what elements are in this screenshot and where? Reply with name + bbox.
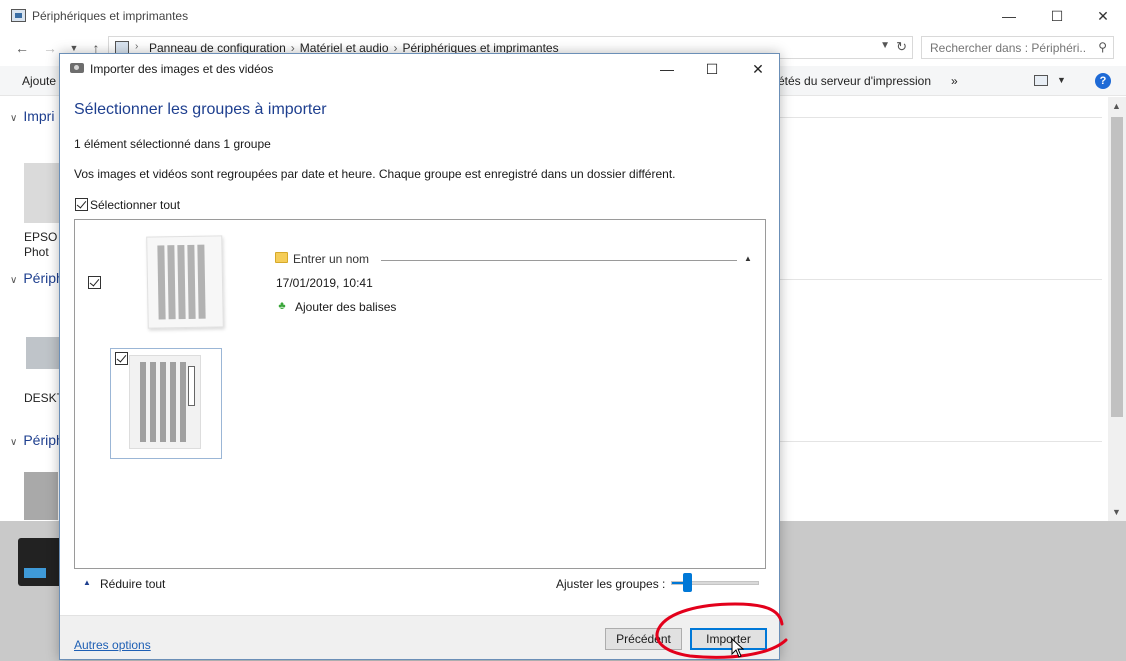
scroll-down-icon[interactable]: ▼: [1112, 507, 1121, 517]
device-label[interactable]: EPSO: [24, 230, 57, 244]
selection-count: 1 élément sélectionné dans 1 groupe: [74, 137, 271, 151]
print-server-properties-button[interactable]: étés du serveur d'impression: [778, 74, 931, 88]
view-options-icon[interactable]: [1034, 75, 1048, 86]
minimize-icon[interactable]: —: [986, 0, 1032, 32]
item-checkbox[interactable]: [115, 352, 128, 365]
dialog-title: Importer des images et des vidéos: [90, 62, 274, 76]
more-options-link[interactable]: Autres options: [74, 638, 151, 652]
add-device-button[interactable]: Ajoute: [22, 74, 56, 88]
document-strip: [167, 245, 176, 320]
folder-icon: [275, 252, 288, 263]
search-box[interactable]: ⚲: [921, 36, 1114, 59]
group-name-underline: [381, 260, 737, 261]
laptop-image[interactable]: [26, 337, 62, 369]
grouping-description: Vos images et vidéos sont regroupées par…: [74, 167, 676, 181]
item-thumbnail-image: [129, 355, 201, 449]
maximize-icon[interactable]: ☐: [1034, 0, 1080, 32]
camera-icon: [70, 63, 84, 73]
mouse-cursor-icon: [731, 638, 745, 658]
view-dropdown-icon[interactable]: ▼: [1057, 75, 1066, 85]
close-icon[interactable]: ✕: [1080, 0, 1126, 32]
group-header-printers[interactable]: ∨ Impri: [10, 108, 54, 124]
scroll-up-icon[interactable]: ▲: [1112, 101, 1121, 111]
address-dropdown-icon[interactable]: ▼: [880, 40, 890, 51]
document-bar: [188, 366, 195, 406]
maximize-icon[interactable]: ☐: [689, 54, 735, 84]
chevron-down-icon: ∨: [10, 113, 18, 124]
groups-list[interactable]: Entrer un nom ▲ 17/01/2019, 10:41 ♣ Ajou…: [74, 219, 766, 569]
help-icon[interactable]: ?: [1095, 73, 1111, 89]
collapse-all-icon[interactable]: ▲: [83, 578, 91, 587]
document-strip: [170, 362, 176, 442]
add-tags-link[interactable]: Ajouter des balises: [295, 300, 396, 314]
add-tag-icon[interactable]: ♣: [275, 299, 289, 313]
checkmark-icon: [116, 352, 127, 363]
import-dialog: Importer des images et des vidéos — ☐ ✕ …: [59, 53, 780, 660]
group-divider: [780, 279, 1102, 280]
dialog-titlebar: Importer des images et des vidéos — ☐ ✕: [60, 54, 779, 84]
group-date: 17/01/2019, 10:41: [276, 276, 373, 290]
page-title: Sélectionner les groupes à importer: [74, 101, 327, 118]
group-divider: [780, 117, 1102, 118]
checkmark-icon: [89, 276, 100, 287]
breadcrumb-separator-icon: ›: [135, 41, 139, 52]
item-tile[interactable]: [110, 348, 222, 459]
group-name-field[interactable]: Entrer un nom: [293, 252, 369, 266]
document-strip: [150, 362, 156, 442]
collapse-group-icon[interactable]: ▲: [744, 254, 752, 263]
group-checkbox[interactable]: [88, 276, 101, 289]
slider-thumb[interactable]: [682, 573, 692, 592]
document-strip: [187, 244, 196, 319]
vertical-scrollbar[interactable]: ▲ ▼: [1108, 97, 1126, 521]
select-all-label[interactable]: Sélectionner tout: [90, 198, 180, 212]
explorer-titlebar: Périphériques et imprimantes — ☐ ✕: [0, 0, 1126, 32]
dialog-footer: Autres options Précédent Importer: [60, 615, 779, 659]
devices-printers-icon: [11, 9, 26, 22]
search-input[interactable]: [922, 37, 1087, 58]
explorer-title: Périphériques et imprimantes: [32, 9, 189, 23]
document-strip: [140, 362, 146, 442]
back-arrow-icon[interactable]: ←: [12, 38, 32, 58]
minimize-icon[interactable]: —: [644, 54, 690, 84]
adjust-groups-label: Ajuster les groupes :: [556, 577, 666, 591]
previous-button[interactable]: Précédent: [605, 628, 682, 650]
chevron-down-icon: ∨: [10, 275, 18, 286]
checkmark-icon: [76, 198, 87, 209]
document-strip: [177, 245, 186, 320]
close-icon[interactable]: ✕: [735, 54, 781, 84]
chevron-down-icon: ∨: [10, 437, 18, 448]
import-button[interactable]: Importer: [690, 628, 767, 650]
group-thumbnail-image[interactable]: [146, 235, 224, 329]
printer-thumbnail-image: [18, 538, 62, 586]
select-all-checkbox[interactable]: [75, 198, 88, 211]
document-strip: [157, 245, 166, 320]
refresh-icon[interactable]: ↻: [896, 39, 907, 55]
document-strip: [180, 362, 186, 442]
epson-printer-image[interactable]: [24, 163, 60, 223]
document-strip: [160, 362, 166, 442]
scrollbar-thumb[interactable]: [1111, 117, 1123, 417]
document-strip: [197, 244, 206, 319]
forward-arrow-icon[interactable]: →: [40, 38, 60, 58]
device-tower-image[interactable]: [24, 472, 58, 520]
search-icon[interactable]: ⚲: [1098, 40, 1107, 54]
collapse-all-link[interactable]: Réduire tout: [100, 577, 165, 591]
group-header-peripherals[interactable]: ∨ Périph: [10, 270, 64, 286]
device-label[interactable]: Phot: [24, 245, 49, 259]
group-header-peripherals-2[interactable]: ∨ Périph: [10, 432, 64, 448]
group-divider: [780, 441, 1102, 442]
more-commands-button[interactable]: »: [951, 74, 958, 88]
